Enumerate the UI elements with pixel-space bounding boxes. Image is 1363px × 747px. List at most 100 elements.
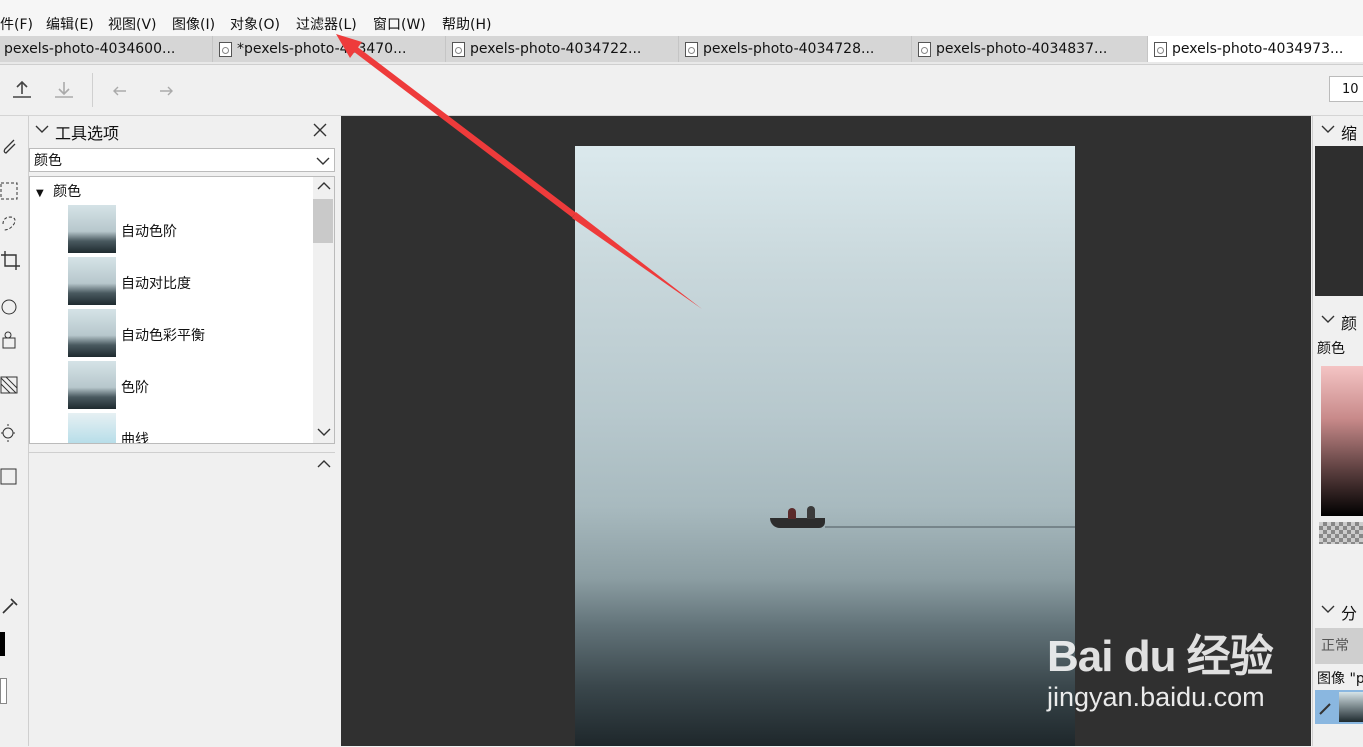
background-color-swatch[interactable] xyxy=(0,678,7,704)
tab-document-6-active[interactable]: pexels-photo-4034973... xyxy=(1148,36,1363,62)
list-item-label: 色阶 xyxy=(121,380,149,396)
rectangle-icon xyxy=(0,468,17,485)
color-dock-title: 颜 xyxy=(1341,314,1358,333)
menu-file[interactable]: 件(F) xyxy=(0,14,33,34)
expand-triangle-icon: ▼ xyxy=(36,188,44,199)
list-item-levels[interactable]: 色阶 xyxy=(68,361,298,409)
tab-label: pexels-photo-4034973... xyxy=(1172,41,1344,57)
boat-wake xyxy=(825,526,1075,528)
crop-icon xyxy=(1,251,20,270)
gradient-icon xyxy=(0,376,18,394)
person xyxy=(788,508,796,519)
watermark-url: jingyan.baidu.com xyxy=(1047,682,1265,712)
document-icon xyxy=(219,41,232,57)
menu-help[interactable]: 帮助(H) xyxy=(442,14,491,34)
category-select-value: 颜色 xyxy=(34,153,62,169)
document-icon xyxy=(918,41,931,57)
tool-options-header: 工具选项 xyxy=(29,116,337,144)
tool-options-lower-pane xyxy=(29,452,335,747)
list-item-curves[interactable]: 曲线 xyxy=(68,413,298,444)
list-item-label: 自动对比度 xyxy=(121,276,191,292)
document-icon xyxy=(1154,41,1167,57)
tree-group-label: 颜色 xyxy=(53,184,82,200)
undo-icon xyxy=(113,86,126,96)
toolbar: 10 xyxy=(0,65,1363,116)
filter-list: ▼ 颜色 自动色阶 自动对比度 自动色彩平衡 色阶 曲线 xyxy=(29,176,335,444)
document-tabs: pexels-photo-4034600... *pexels-photo-40… xyxy=(0,36,1363,65)
tab-document-1[interactable]: pexels-photo-4034600... xyxy=(0,36,213,62)
tab-label: pexels-photo-4034722... xyxy=(470,41,642,57)
tab-label: pexels-photo-4034728... xyxy=(703,41,875,57)
alpha-slider[interactable] xyxy=(1319,522,1363,544)
tab-document-2[interactable]: *pexels-photo-403470... xyxy=(213,36,446,62)
document-icon xyxy=(452,41,465,57)
list-item-label: 自动色阶 xyxy=(121,224,177,240)
chevron-down-icon xyxy=(1321,125,1335,133)
tab-document-4[interactable]: pexels-photo-4034728... xyxy=(679,36,912,62)
menu-window[interactable]: 窗口(W) xyxy=(373,14,426,34)
chevron-down-icon xyxy=(1321,315,1335,323)
menu-filters[interactable]: 过滤器(L) xyxy=(296,14,357,34)
tab-label: pexels-photo-4034837... xyxy=(936,41,1108,57)
filter-thumbnail xyxy=(68,309,116,357)
color-picker-area[interactable] xyxy=(1321,366,1363,516)
tab-label: *pexels-photo-403470... xyxy=(237,41,407,57)
tab-document-5[interactable]: pexels-photo-4034837... xyxy=(912,36,1148,62)
list-item-label: 曲线 xyxy=(121,432,149,444)
menu-edit[interactable]: 编辑(E) xyxy=(46,14,94,34)
list-item-auto-levels[interactable]: 自动色阶 xyxy=(68,205,298,253)
undo-button[interactable] xyxy=(108,79,132,101)
tab-label: pexels-photo-4034600... xyxy=(4,41,176,57)
navigator-preview[interactable] xyxy=(1315,146,1363,296)
list-item-auto-contrast[interactable]: 自动对比度 xyxy=(68,257,298,305)
chevron-down-icon xyxy=(35,125,49,133)
redo-button[interactable] xyxy=(154,79,178,101)
foreground-color-swatch[interactable] xyxy=(0,632,5,656)
tree-group-color[interactable]: ▼ 颜色 xyxy=(36,181,81,201)
filter-thumbnail xyxy=(68,257,116,305)
import-button[interactable] xyxy=(52,79,76,101)
filter-thumbnail xyxy=(68,205,116,253)
chevron-down-icon xyxy=(316,157,330,165)
shape-icon xyxy=(1,299,17,315)
filter-thumbnail xyxy=(68,361,116,409)
filter-thumbnail xyxy=(68,413,116,443)
tab-color[interactable]: 颜色 xyxy=(1317,338,1345,358)
redo-icon xyxy=(160,86,173,96)
list-item-label: 自动色彩平衡 xyxy=(121,328,205,344)
chevron-up-icon[interactable] xyxy=(317,459,331,469)
chevron-up-icon xyxy=(317,182,331,190)
menu-object[interactable]: 对象(O) xyxy=(230,14,280,34)
menu-image[interactable]: 图像(I) xyxy=(172,14,215,34)
menu-view[interactable]: 视图(V) xyxy=(108,14,157,34)
list-scrollbar[interactable] xyxy=(313,177,334,443)
chevron-down-icon xyxy=(317,428,331,436)
zoom-input[interactable]: 10 xyxy=(1329,76,1363,102)
eyedropper-icon xyxy=(2,598,18,614)
rect-select-icon xyxy=(0,182,18,200)
clone-icon xyxy=(2,331,16,349)
list-item-auto-color-balance[interactable]: 自动色彩平衡 xyxy=(68,309,298,357)
navigator-title: 缩 xyxy=(1341,124,1358,143)
export-button[interactable] xyxy=(10,79,34,101)
tool-options-title: 工具选项 xyxy=(55,124,120,143)
baidu-watermark: Bai du 经验 jingyan.baidu.com xyxy=(1045,600,1345,720)
tab-document-3[interactable]: pexels-photo-4034722... xyxy=(446,36,679,62)
scrollbar-thumb[interactable] xyxy=(313,199,333,243)
watermark-brand: Bai du 经验 xyxy=(1047,632,1274,681)
category-select[interactable]: 颜色 xyxy=(29,148,335,172)
document-icon xyxy=(685,41,698,57)
download-icon xyxy=(55,82,73,98)
tool-options-panel: 工具选项 颜色 ▼ 颜色 自动色阶 自动对比度 自动色彩平衡 色阶 曲线 xyxy=(29,116,337,747)
menu-bar: 件(F) 编辑(E) 视图(V) 图像(I) 对象(O) 过滤器(L) 窗口(W… xyxy=(0,0,1363,36)
paperclip-icon xyxy=(3,139,16,154)
toolbar-divider xyxy=(92,73,93,107)
lasso-select-icon xyxy=(2,216,16,231)
image-canvas[interactable] xyxy=(575,146,1075,746)
close-icon[interactable] xyxy=(313,123,327,137)
tool-strip xyxy=(0,116,29,746)
upload-icon xyxy=(13,80,31,98)
person xyxy=(807,506,815,519)
boat xyxy=(770,506,825,528)
brightness-icon xyxy=(1,424,15,442)
